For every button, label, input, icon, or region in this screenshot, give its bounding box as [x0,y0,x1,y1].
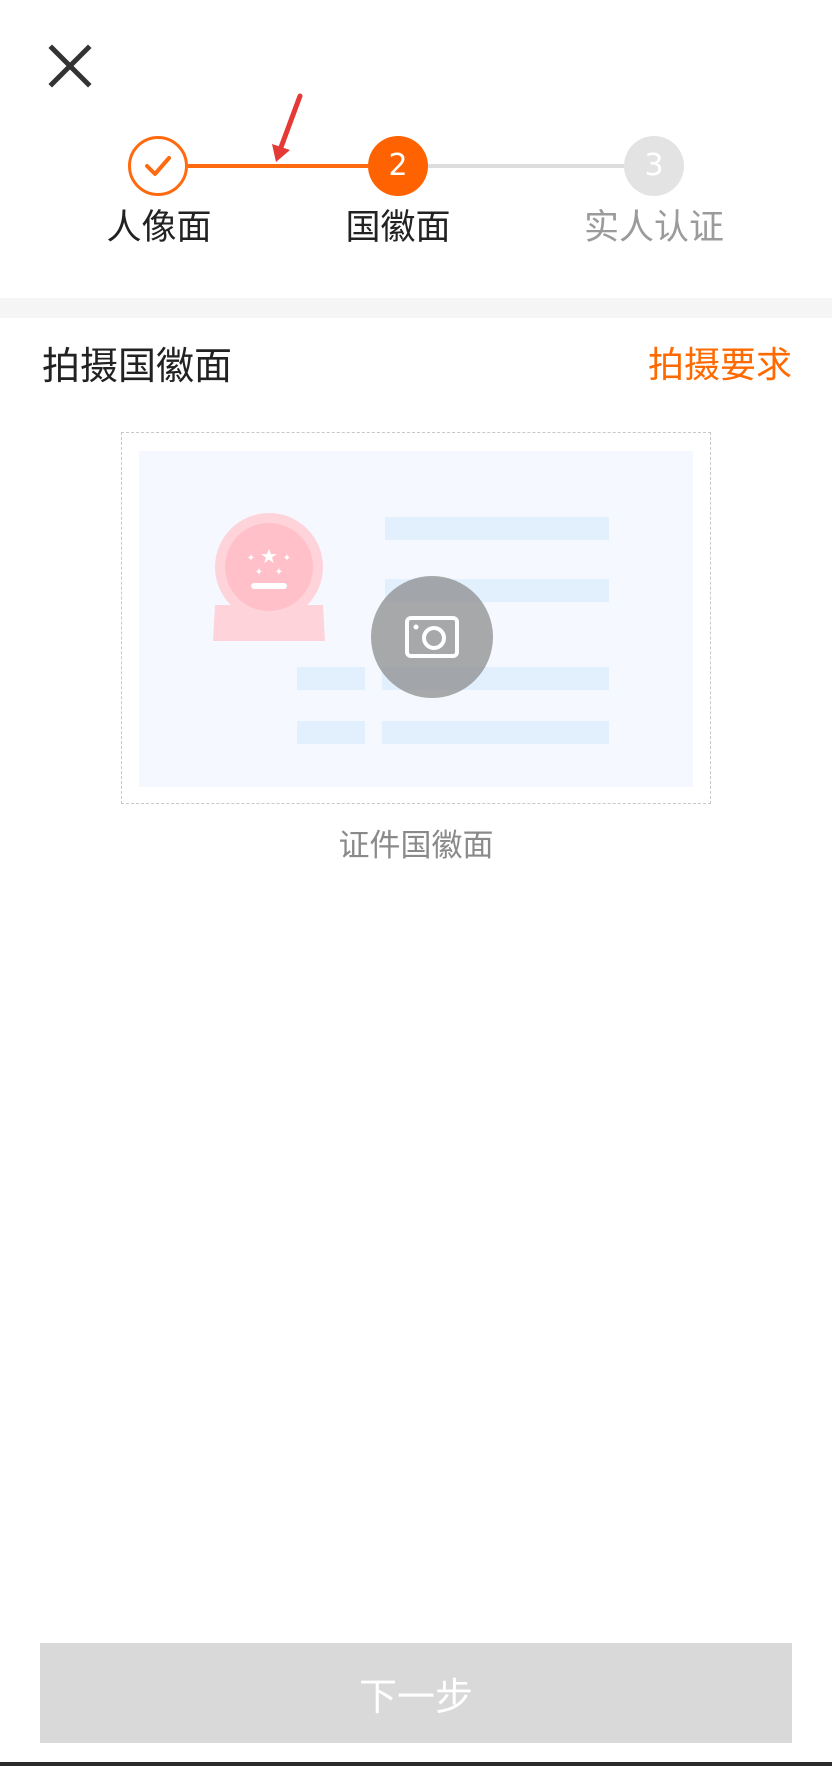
step-1-label: 人像面 [106,208,212,248]
step-2-indicator: 2 [368,136,428,196]
bottom-edge [0,1762,832,1766]
svg-text:✦: ✦ [275,567,283,578]
step-3-number: 3 [644,148,664,183]
camera-icon [405,616,459,658]
national-emblem-icon: ★ ✦ ✦ ✦ ✦ [213,513,325,641]
text-placeholder-bar [382,721,609,744]
text-placeholder-bar [297,721,365,744]
close-button[interactable] [40,40,100,100]
svg-text:★: ★ [260,544,278,568]
step-connector-done [188,164,368,168]
text-placeholder-bar [385,517,609,540]
step-2-number: 2 [388,148,408,183]
step-1-indicator [128,136,188,196]
upload-caption: 证件国徽面 [338,828,494,864]
red-arrow-icon [272,93,303,162]
check-icon [145,156,171,176]
text-placeholder-bar [297,667,365,690]
svg-text:✦: ✦ [283,553,291,564]
section-title: 拍摄国徽面 [42,344,233,388]
svg-text:✦: ✦ [247,553,255,564]
step-3-label: 实人认证 [583,208,724,248]
id-card-illustration: ★ ✦ ✦ ✦ ✦ [139,451,693,787]
section-divider [0,298,832,318]
id-card-back-upload[interactable]: ★ ✦ ✦ ✦ ✦ [121,432,711,804]
svg-text:✦: ✦ [255,567,263,578]
camera-button[interactable] [371,576,493,698]
close-icon [48,44,92,88]
step-connector-todo [428,164,624,168]
app-screen: 2 3 人像面 国徽面 实人认证 拍摄国徽面 拍摄要求 ★ ✦ ✦ ✦ ✦ 证件… [0,0,832,1766]
next-step-button[interactable]: 下一步 [40,1643,792,1743]
step-2-label: 国徽面 [345,208,451,248]
step-3-indicator: 3 [624,136,684,196]
photo-requirements-link[interactable]: 拍摄要求 [648,340,792,392]
